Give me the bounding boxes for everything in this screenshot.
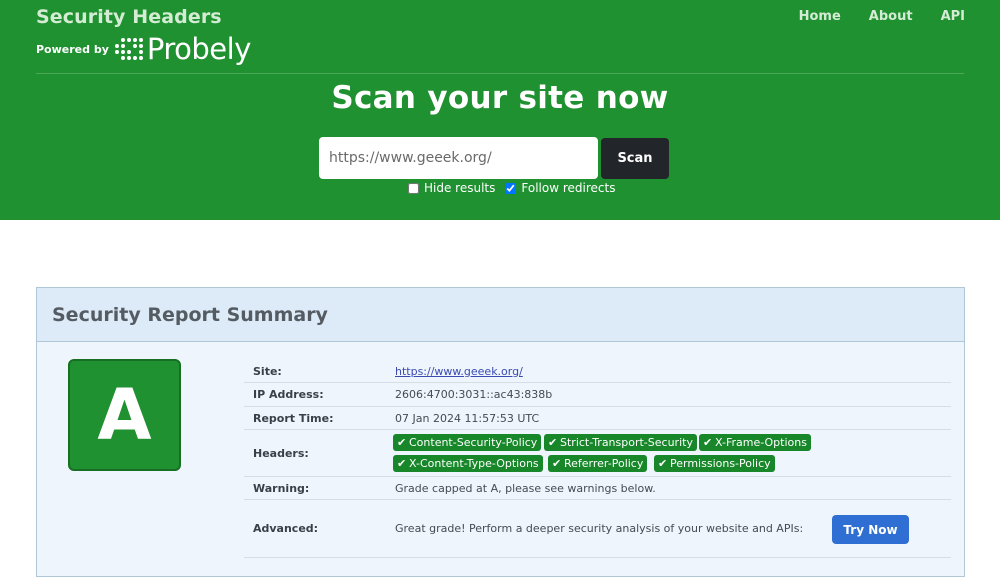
check-icon: ✔ bbox=[397, 457, 407, 470]
header-badge: ✔ Strict-Transport-Security bbox=[544, 434, 697, 451]
row-ip-address: IP Address: 2606:4700:3031::ac43:838b bbox=[244, 383, 951, 407]
row-headers: Headers: ✔ Content-Security-Policy ✔ Stric… bbox=[244, 430, 951, 477]
security-report-summary: Security Report Summary A Site: https://… bbox=[36, 287, 965, 577]
hero-divider bbox=[36, 73, 964, 74]
scan-button[interactable]: Scan bbox=[601, 138, 669, 179]
row-site: Site: https://www.geeek.org/ bbox=[244, 360, 951, 383]
header-badge: ✔ X-Content-Type-Options bbox=[393, 455, 543, 472]
warning-value: Grade capped at A, please see warnings b… bbox=[395, 481, 656, 495]
url-input[interactable] bbox=[319, 137, 598, 179]
row-warning: Warning: Grade capped at A, please see w… bbox=[244, 477, 951, 500]
check-icon: ✔ bbox=[397, 436, 407, 449]
check-icon: ✔ bbox=[703, 436, 713, 449]
check-icon: ✔ bbox=[552, 457, 562, 470]
hero-banner: Security Headers Powered by Probely Home… bbox=[0, 0, 1000, 220]
follow-redirects-checkbox[interactable] bbox=[505, 182, 517, 194]
try-now-button[interactable]: Try Now bbox=[832, 515, 909, 544]
headers-label: Headers: bbox=[253, 446, 309, 460]
report-title: Security Report Summary bbox=[52, 304, 328, 326]
site-label: Site: bbox=[253, 364, 282, 378]
check-icon: ✔ bbox=[548, 436, 558, 449]
site-link[interactable]: https://www.geeek.org/ bbox=[395, 365, 523, 378]
hide-results-label: Hide results bbox=[424, 181, 496, 195]
powered-by-label: Powered by bbox=[36, 42, 109, 56]
advanced-value: Great grade! Perform a deeper security a… bbox=[395, 522, 804, 535]
top-nav: Home About API bbox=[771, 9, 965, 24]
nav-about[interactable]: About bbox=[869, 9, 913, 24]
scan-options: Hide results Follow redirects bbox=[408, 181, 625, 195]
report-time-value: 07 Jan 2024 11:57:53 UTC bbox=[395, 411, 540, 425]
probely-logo-text[interactable]: Probely bbox=[147, 34, 251, 64]
header-badge: ✔ X-Frame-Options bbox=[699, 434, 811, 451]
header-badge: ✔ Permissions-Policy bbox=[654, 455, 775, 472]
header-badge: ✔ Referrer-Policy bbox=[548, 455, 648, 472]
nav-api[interactable]: API bbox=[941, 9, 965, 24]
site-title[interactable]: Security Headers bbox=[36, 6, 222, 28]
grade-badge: A bbox=[68, 359, 181, 471]
check-icon: ✔ bbox=[658, 457, 668, 470]
site-value: https://www.geeek.org/ bbox=[395, 365, 523, 378]
hide-results-option[interactable]: Hide results bbox=[408, 181, 495, 195]
scan-heading: Scan your site now bbox=[331, 80, 669, 116]
powered-by: Powered by Probely bbox=[36, 34, 251, 64]
hide-results-checkbox[interactable] bbox=[408, 182, 419, 194]
probely-logo-icon bbox=[114, 38, 143, 60]
header-badge: ✔ Content-Security-Policy bbox=[393, 434, 542, 451]
follow-redirects-option[interactable]: Follow redirects bbox=[505, 181, 615, 195]
report-header: Security Report Summary bbox=[37, 288, 964, 342]
report-time-label: Report Time: bbox=[253, 411, 334, 425]
nav-home[interactable]: Home bbox=[799, 9, 841, 24]
follow-redirects-label: Follow redirects bbox=[521, 181, 616, 195]
ip-label: IP Address: bbox=[253, 388, 324, 401]
advanced-label: Advanced: bbox=[253, 522, 319, 535]
warning-label: Warning: bbox=[253, 481, 310, 495]
row-report-time: Report Time: 07 Jan 2024 11:57:53 UTC bbox=[244, 407, 951, 430]
ip-value: 2606:4700:3031::ac43:838b bbox=[395, 388, 553, 401]
